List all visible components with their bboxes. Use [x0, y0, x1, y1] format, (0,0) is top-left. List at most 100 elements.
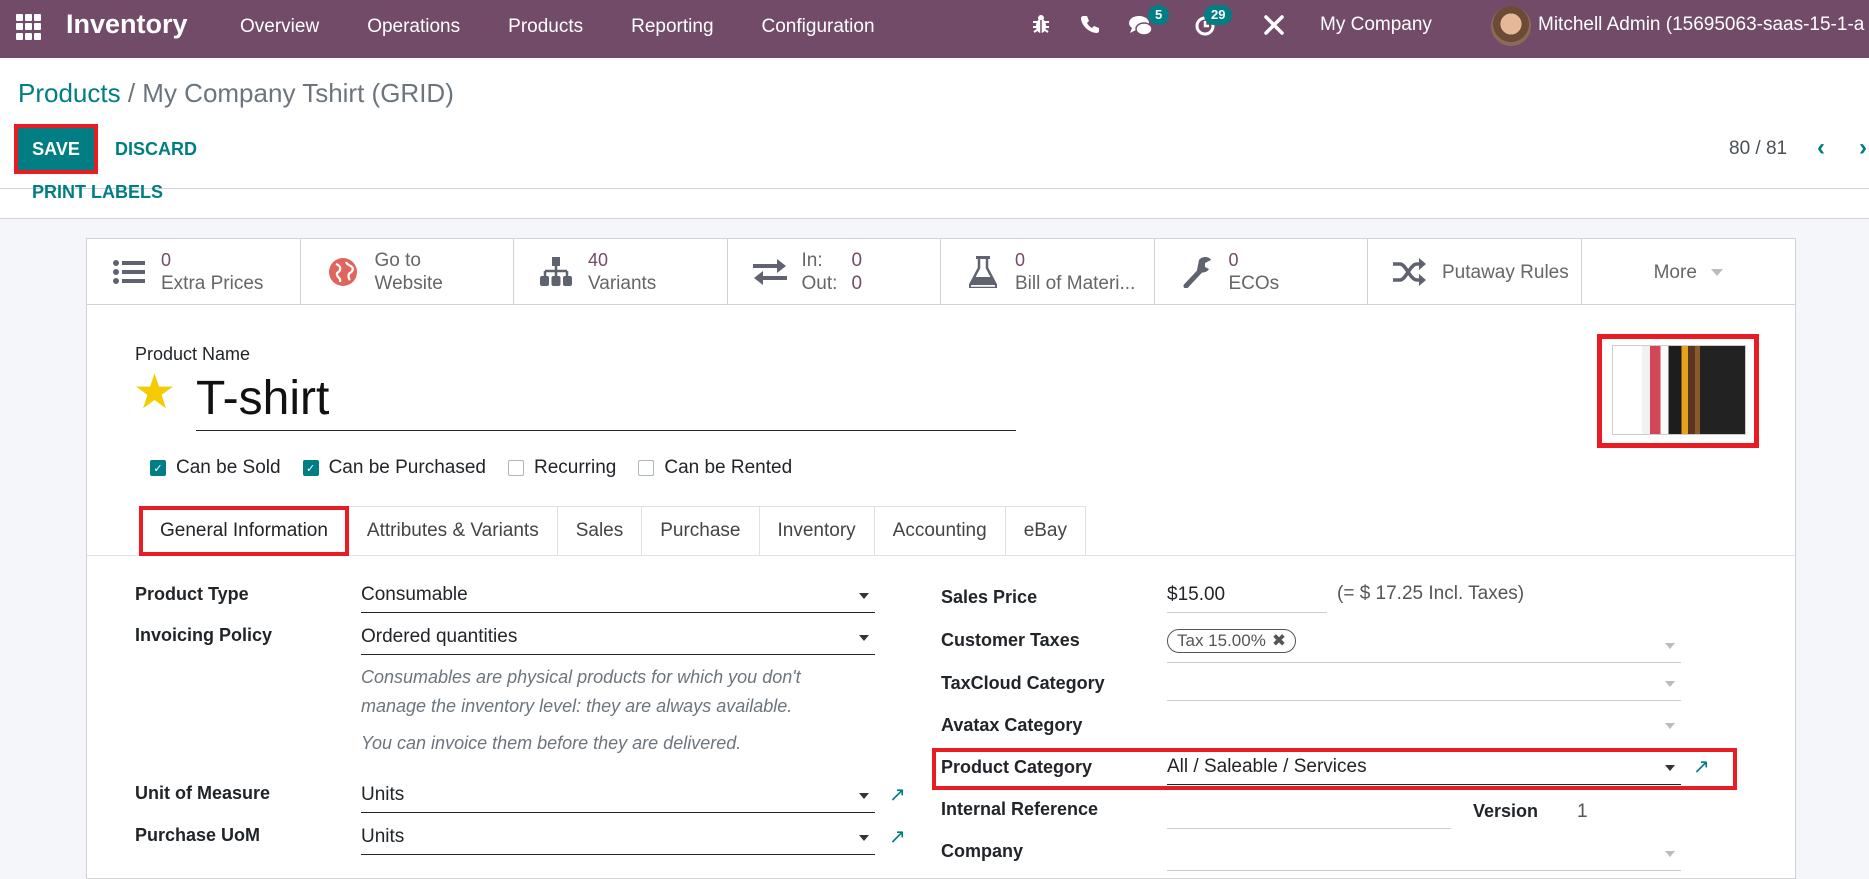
caret-down-icon — [1665, 765, 1675, 771]
tab-purchase[interactable]: Purchase — [642, 506, 760, 556]
can-be-rented-label: Can be Rented — [664, 457, 793, 478]
uom-label: Unit of Measure — [135, 783, 271, 803]
internal-reference-label: Internal Reference — [941, 799, 1099, 819]
internal-reference-input[interactable] — [1167, 797, 1451, 829]
product-category-value: All / Saleable / Services — [1167, 756, 1367, 777]
checkbox-checked-icon[interactable]: ✓ — [150, 460, 166, 476]
menu-operations[interactable]: Operations — [367, 16, 460, 38]
sales-price-label: Sales Price — [941, 587, 1038, 607]
tools-icon[interactable] — [1263, 14, 1285, 42]
tab-sales[interactable]: Sales — [557, 506, 643, 556]
breadcrumb-current: My Company Tshirt (GRID) — [142, 78, 454, 108]
recurring-checkbox[interactable]: Recurring — [507, 457, 617, 479]
app-name[interactable]: Inventory — [66, 9, 188, 40]
extra-prices-button[interactable]: 0 Extra Prices — [87, 239, 301, 305]
can-be-sold-label: Can be Sold — [176, 457, 281, 478]
tax-tag: Tax 15.00% ✖ — [1167, 629, 1297, 653]
favorite-star-icon[interactable]: ★ — [133, 369, 176, 417]
product-form-sheet: 0 Extra Prices Go to Website 40 Variants In… — [86, 238, 1796, 879]
company-label: Company — [941, 841, 1024, 861]
phone-icon[interactable] — [1080, 14, 1100, 40]
purchase-uom-select[interactable]: Units — [361, 823, 875, 855]
product-image-highlight[interactable] — [1597, 334, 1759, 448]
product-name-input[interactable]: T-shirt — [196, 369, 1016, 431]
caret-down-icon — [1665, 681, 1675, 687]
user-avatar[interactable] — [1491, 6, 1531, 46]
menu-overview[interactable]: Overview — [240, 16, 319, 38]
product-category-select[interactable]: All / Saleable / Services — [1167, 753, 1681, 785]
caret-down-icon — [1665, 643, 1675, 649]
product-image[interactable] — [1612, 345, 1746, 435]
bill-of-materials-button[interactable]: 0 Bill of Materi... — [941, 239, 1155, 305]
pager-previous-icon[interactable]: ‹ — [1817, 134, 1825, 162]
tab-general-information[interactable]: General Information — [139, 506, 349, 556]
save-button[interactable]: SAVE — [14, 124, 98, 174]
control-panel-divider — [0, 188, 1869, 189]
caret-down-icon — [859, 593, 869, 599]
company-select[interactable] — [1167, 839, 1681, 871]
apps-menu-icon[interactable] — [16, 14, 42, 40]
in-out-button[interactable]: In: 0 Out: 0 — [728, 239, 941, 305]
bug-icon[interactable] — [1031, 13, 1051, 40]
price-incl-taxes: (= $ 17.25 Incl. Taxes) — [1337, 583, 1525, 604]
out-count: 0 — [851, 273, 863, 294]
company-switcher[interactable]: My Company — [1320, 14, 1432, 36]
product-type-label: Product Type — [135, 584, 249, 604]
can-be-rented-checkbox[interactable]: Can be Rented — [638, 457, 792, 479]
tab-attributes-variants[interactable]: Attributes & Variants — [348, 506, 558, 556]
uom-select[interactable]: Units — [361, 781, 875, 813]
bom-count: 0 — [1015, 250, 1026, 270]
menu-reporting[interactable]: Reporting — [631, 16, 713, 38]
checkbox-checked-icon[interactable]: ✓ — [302, 460, 319, 476]
pager-next-icon[interactable]: › — [1859, 134, 1867, 162]
product-name-label: Product Name — [135, 344, 251, 364]
variants-button[interactable]: 40 Variants — [514, 239, 728, 305]
checkbox-unchecked-icon[interactable] — [507, 460, 524, 476]
list-icon — [111, 256, 147, 288]
pager-value[interactable]: 80 / 81 — [1729, 138, 1787, 160]
tab-inventory[interactable]: Inventory — [759, 506, 875, 556]
checkbox-unchecked-icon[interactable] — [638, 460, 655, 476]
discard-button[interactable]: DISCARD — [115, 139, 197, 160]
form-tabs: General Information Attributes & Variant… — [139, 506, 1086, 556]
invoicing-policy-value: Ordered quantities — [361, 626, 518, 647]
remove-tag-icon[interactable]: ✖ — [1272, 631, 1286, 651]
tab-accounting[interactable]: Accounting — [874, 506, 1006, 556]
breadcrumb-products[interactable]: Products — [18, 78, 121, 108]
putaway-rules-button[interactable]: Putaway Rules — [1368, 239, 1582, 305]
print-labels-button[interactable]: PRINT LABELS — [32, 182, 163, 203]
purchase-uom-label: Purchase UoM — [135, 825, 261, 845]
caret-down-icon — [1710, 268, 1723, 276]
random-icon — [1392, 256, 1428, 288]
in-count: 0 — [851, 250, 863, 271]
invoicing-policy-select[interactable]: Ordered quantities — [361, 623, 875, 655]
out-label: Out: — [801, 273, 838, 294]
caret-down-icon — [859, 835, 869, 841]
breadcrumb-separator: / — [120, 78, 143, 108]
version-label: Version — [1473, 801, 1539, 821]
taxcloud-label: TaxCloud Category — [941, 673, 1105, 693]
menu-configuration[interactable]: Configuration — [762, 16, 875, 38]
more-button[interactable]: More — [1582, 239, 1796, 305]
menu-products[interactable]: Products — [508, 16, 583, 38]
external-link-icon[interactable]: ↗︎ — [889, 782, 906, 807]
ecos-button[interactable]: 0 ECOs — [1155, 239, 1368, 305]
external-link-icon[interactable]: ↗︎ — [1693, 754, 1710, 779]
putaway-rules-label: Putaway Rules — [1442, 261, 1569, 283]
avatax-select[interactable] — [1167, 711, 1681, 743]
product-flags: ✓ Can be Sold ✓ Can be Purchased Recurring… — [150, 457, 814, 479]
go-to-website-button[interactable]: Go to Website — [301, 239, 514, 305]
invoicing-help: You can invoice them before they are del… — [361, 733, 742, 753]
external-link-icon[interactable]: ↗︎ — [889, 824, 906, 849]
smart-buttons: 0 Extra Prices Go to Website 40 Variants In… — [87, 239, 1795, 305]
in-label: In: — [801, 250, 823, 271]
sales-price-input[interactable]: $15.00 — [1167, 581, 1327, 613]
product-type-select[interactable]: Consumable — [361, 581, 875, 613]
tab-ebay[interactable]: eBay — [1005, 506, 1086, 556]
taxcloud-select[interactable] — [1167, 669, 1681, 701]
user-menu[interactable]: Mitchell Admin (15695063-saas-15-1-a — [1538, 14, 1864, 36]
can-be-purchased-checkbox[interactable]: ✓ Can be Purchased — [302, 457, 486, 479]
top-navbar: Inventory Overview Operations Products R… — [0, 0, 1869, 58]
can-be-sold-checkbox[interactable]: ✓ Can be Sold — [150, 457, 281, 479]
recurring-label: Recurring — [533, 457, 617, 478]
